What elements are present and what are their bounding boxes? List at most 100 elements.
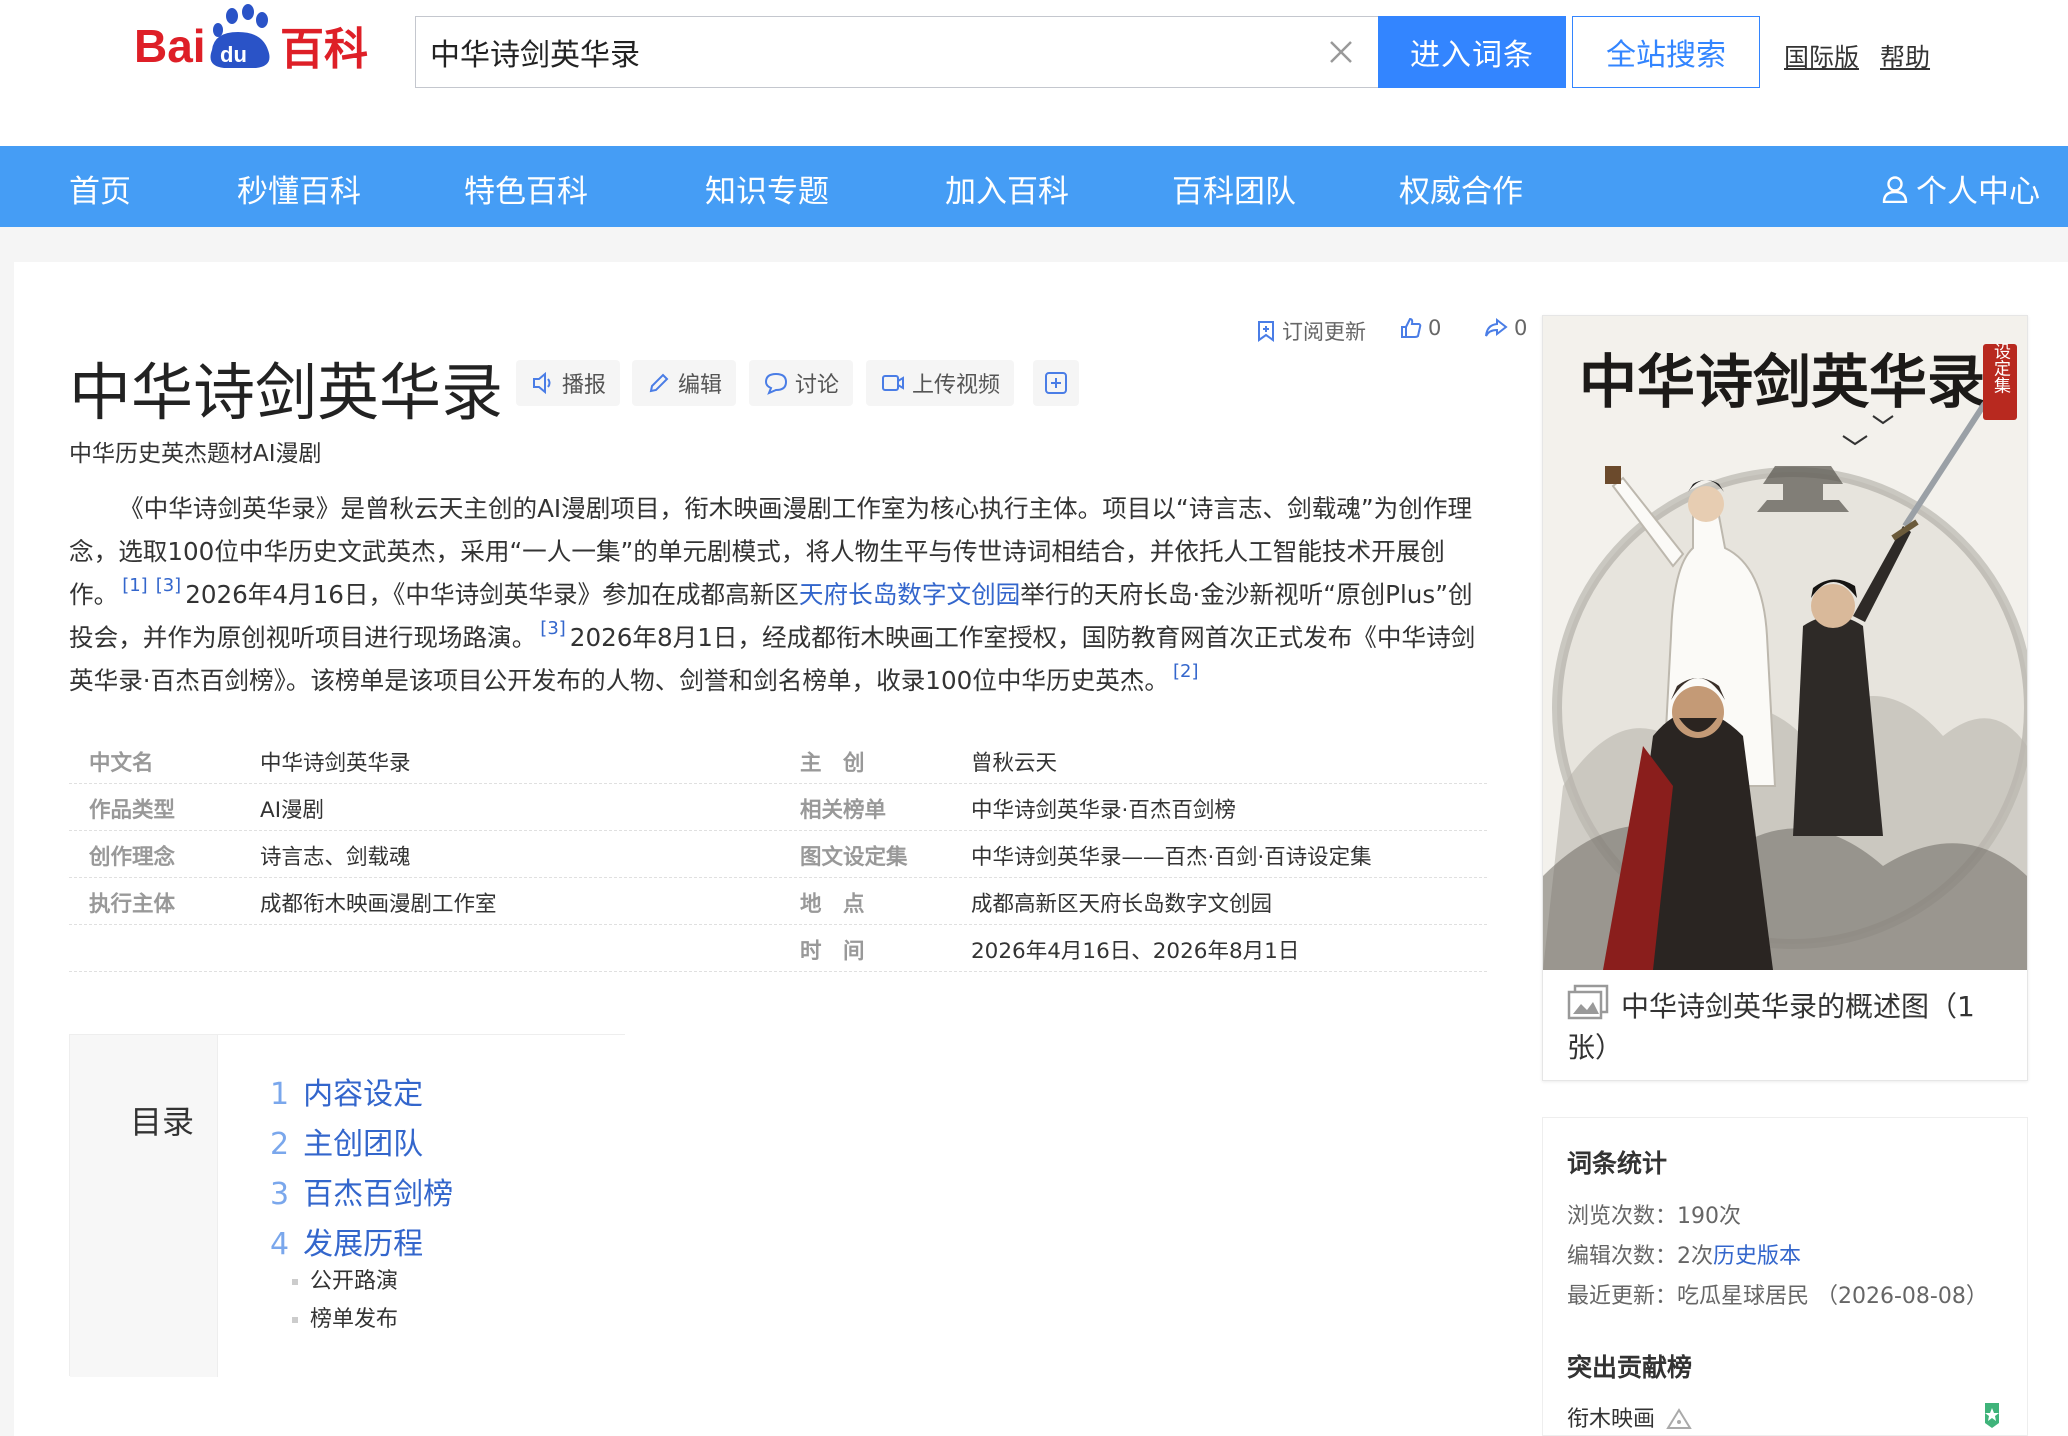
- catalog-num: 2: [270, 1127, 290, 1162]
- info-row: 执行主体 成都衔木映画漫剧工作室 地 点 成都高新区天府长岛数字文创园: [69, 878, 1487, 925]
- catalog-label: 发展历程: [303, 1227, 424, 1262]
- info-row: 时 间 2026年4月16日、2026年8月1日: [69, 925, 1487, 972]
- catalog-title: 目录: [130, 1103, 195, 1141]
- search-input[interactable]: [430, 17, 1290, 87]
- entry-stats-panel: 词条统计 浏览次数：190次 编辑次数：2次历史版本 最近更新：吃瓜星球居民 （…: [1542, 1117, 2028, 1436]
- page-subtitle: 中华历史英杰题材AI漫剧: [69, 441, 322, 467]
- subscribe-label: 订阅更新: [1282, 320, 1366, 344]
- info-value: 诗言志、剑载魂: [260, 845, 411, 870]
- info-name: 创作理念: [89, 845, 176, 870]
- nav-item-team[interactable]: 百科团队: [1172, 166, 1296, 211]
- baidu-baike-logo[interactable]: Bai du 百科: [134, 4, 396, 86]
- contributor-badge-icon: [1666, 1408, 1692, 1429]
- nav-item-home[interactable]: 首页: [69, 166, 131, 211]
- contrib-title: 突出贡献榜: [1567, 1353, 1693, 1382]
- info-name: 主 创: [800, 751, 865, 776]
- summary-image-box[interactable]: 中华诗剑英华录 设定集 中华诗剑英华录的概述图（1张）: [1542, 315, 2028, 1081]
- catalog-label: 百杰百剑榜: [303, 1177, 454, 1212]
- edit-label: 编辑: [678, 373, 723, 398]
- nav-item-featured[interactable]: 特色百科: [464, 166, 588, 211]
- history-link[interactable]: 历史版本: [1713, 1244, 1801, 1269]
- level-badge-icon: [1985, 1403, 1999, 1428]
- upload-video-button[interactable]: 上传视频: [866, 360, 1015, 406]
- catalog-label: 内容设定: [303, 1077, 424, 1112]
- info-value: 成都高新区天府长岛数字文创园: [971, 892, 1273, 917]
- catalog-subitem[interactable]: 榜单发布: [292, 1301, 398, 1333]
- info-row: 创作理念 诗言志、剑载魂 图文设定集 中华诗剑英华录——百杰·百剑·百诗设定集: [69, 831, 1487, 878]
- info-name: 中文名: [89, 751, 154, 776]
- user-center-link[interactable]: 个人中心: [1882, 166, 2040, 211]
- catalog-num: 4: [270, 1227, 290, 1262]
- nav-item-join[interactable]: 加入百科: [945, 166, 1069, 211]
- like-button[interactable]: 0: [1400, 316, 1441, 340]
- chat-icon: [764, 372, 788, 395]
- nav-item-miaodong[interactable]: 秒懂百科: [237, 166, 361, 211]
- info-value: 中华诗剑英华录·百杰百剑榜: [971, 798, 1236, 823]
- info-value: 中华诗剑英华录: [260, 751, 411, 776]
- like-count: 0: [1428, 316, 1442, 340]
- upload-video-label: 上传视频: [912, 373, 1001, 398]
- contributor-name: 衔木映画: [1567, 1407, 1656, 1432]
- catalog-label: 主创团队: [303, 1127, 424, 1162]
- info-name: 执行主体: [89, 892, 176, 917]
- page-title: 中华诗剑英华录: [69, 356, 504, 429]
- info-value: 中华诗剑英华录——百杰·百剑·百诗设定集: [971, 845, 1372, 870]
- site-search-button[interactable]: 全站搜索: [1572, 16, 1760, 88]
- ref-link[interactable]: [1]: [122, 575, 148, 596]
- nav-item-authority[interactable]: 权威合作: [1399, 166, 1523, 211]
- bookmark-icon: [1258, 321, 1274, 342]
- info-name: 图文设定集: [800, 845, 908, 870]
- add-button[interactable]: [1033, 360, 1079, 406]
- enter-entry-button[interactable]: 进入词条: [1378, 16, 1566, 88]
- catalog-num: 3: [270, 1177, 290, 1212]
- catalog: 目录 1 内容设定 2 主创团队 3 百杰百剑榜 4 发展历程 公开路演 榜单发布: [69, 1034, 625, 1377]
- clear-icon[interactable]: [1326, 37, 1356, 67]
- catalog-num: 1: [270, 1077, 290, 1112]
- park-link[interactable]: 天府长岛数字文创园: [799, 580, 1020, 609]
- summary-image[interactable]: 中华诗剑英华录 设定集: [1543, 316, 2027, 970]
- info-value: AI漫剧: [260, 798, 325, 823]
- main-nav: 首页 秒懂百科 特色百科 知识专题 加入百科 百科团队 权威合作 个人中心: [0, 146, 2068, 227]
- pencil-icon: [649, 373, 669, 393]
- nav-item-topics[interactable]: 知识专题: [705, 166, 829, 211]
- broadcast-button[interactable]: 播报: [516, 360, 621, 406]
- discuss-button[interactable]: 讨论: [749, 360, 854, 406]
- discuss-label: 讨论: [795, 373, 840, 398]
- last-update: 最近更新：吃瓜星球居民 （2026-08-08）: [1567, 1284, 1988, 1309]
- info-name: 地 点: [800, 892, 865, 917]
- video-icon: [882, 375, 904, 391]
- view-count: 浏览次数：190次: [1567, 1204, 1741, 1229]
- ref-link[interactable]: [3]: [156, 575, 182, 596]
- help-link[interactable]: 帮助: [1880, 38, 1930, 74]
- user-center-label: 个人中心: [1916, 174, 2040, 210]
- catalog-head: 目录: [70, 1035, 218, 1377]
- info-name: 相关榜单: [800, 798, 887, 823]
- catalog-item[interactable]: 3 百杰百剑榜: [270, 1169, 453, 1213]
- image-caption[interactable]: 中华诗剑英华录的概述图（1张）: [1567, 984, 2007, 1068]
- info-name: 时 间: [800, 939, 865, 964]
- intl-link[interactable]: 国际版: [1784, 38, 1859, 74]
- ref-link[interactable]: [3]: [540, 618, 566, 639]
- ref-link[interactable]: [2]: [1173, 661, 1199, 682]
- info-row: 中文名 中华诗剑英华录 主 创 曾秋云天: [69, 737, 1487, 784]
- info-value: 成都衔木映画漫剧工作室: [260, 892, 497, 917]
- info-name: 作品类型: [89, 798, 176, 823]
- share-icon: [1485, 317, 1508, 337]
- share-button[interactable]: 0: [1484, 316, 1527, 340]
- thumbs-up-icon: [1401, 317, 1422, 338]
- catalog-subitem[interactable]: 公开路演: [292, 1263, 398, 1295]
- share-count: 0: [1514, 316, 1528, 340]
- image-title: 中华诗剑英华录: [1579, 348, 1985, 416]
- stats-title: 词条统计: [1567, 1149, 1668, 1178]
- gallery-icon: [1567, 984, 1609, 1020]
- catalog-item[interactable]: 1 内容设定: [270, 1069, 423, 1113]
- speaker-icon: [533, 371, 551, 395]
- info-row: 作品类型 AI漫剧 相关榜单 中华诗剑英华录·百杰百剑榜: [69, 784, 1487, 831]
- edit-button[interactable]: 编辑: [632, 360, 737, 406]
- info-value: 2026年4月16日、2026年8月1日: [971, 939, 1300, 964]
- catalog-item[interactable]: 2 主创团队: [270, 1119, 423, 1163]
- contributor[interactable]: 衔木映画: [1567, 1401, 1692, 1433]
- user-icon: [1882, 175, 1908, 203]
- subscribe-link[interactable]: 订阅更新: [1256, 316, 1366, 346]
- catalog-item[interactable]: 4 发展历程: [270, 1219, 423, 1263]
